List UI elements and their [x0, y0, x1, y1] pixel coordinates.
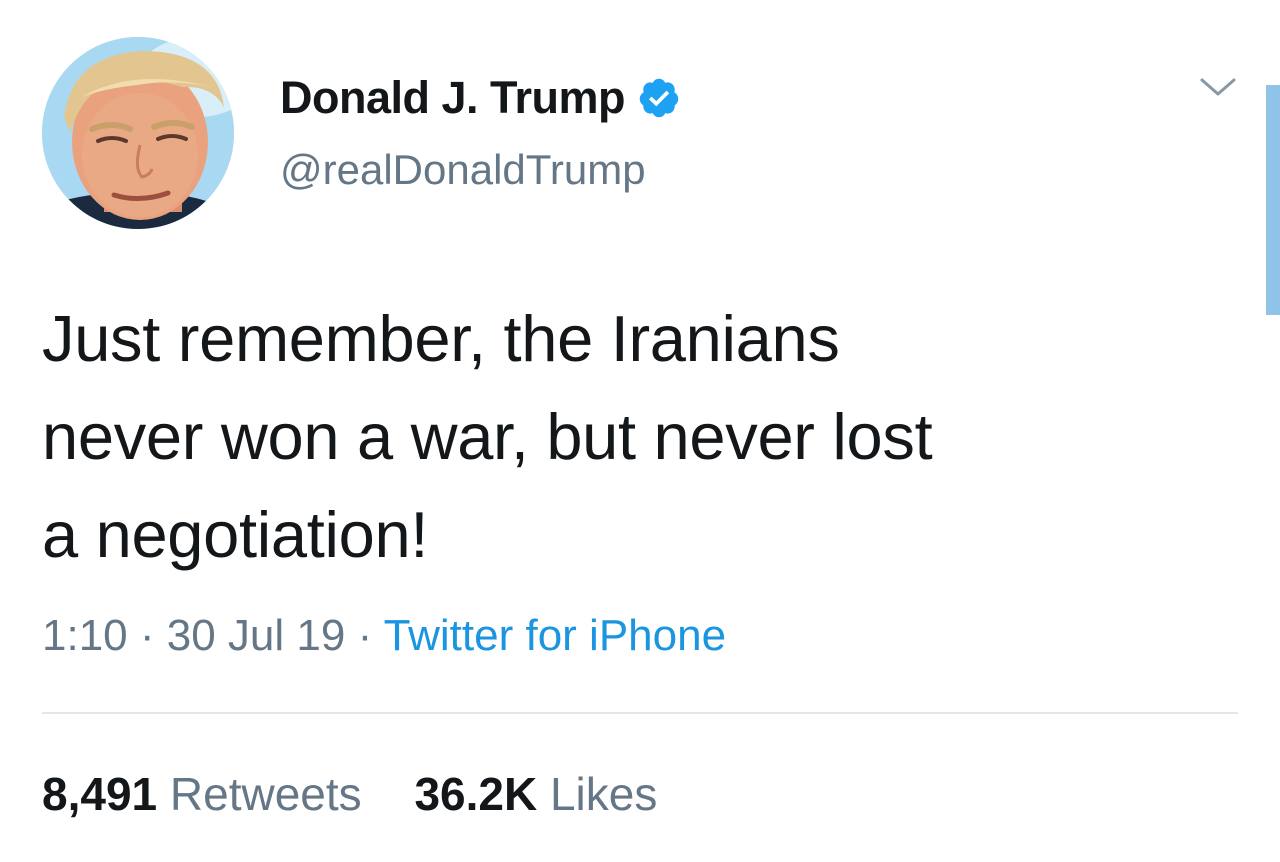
likes-stat[interactable]: 36.2K Likes [414, 768, 657, 820]
tweet-date[interactable]: 30 Jul 19 [167, 611, 346, 660]
tweet-text: Just remember, the Iranians never won a … [42, 290, 1192, 584]
meta-separator: · [139, 611, 155, 660]
retweets-label: Retweets [169, 768, 362, 820]
likes-label: Likes [549, 768, 658, 820]
tweet-text-line: a negotiation! [42, 498, 429, 571]
likes-count: 36.2K [414, 768, 538, 820]
avatar[interactable] [42, 37, 234, 229]
tweet-stats: 8,491 Retweets 36.2K Likes [42, 766, 657, 822]
tweet-detail: Donald J. Trump @realDonaldTrump Just re… [0, 0, 1280, 862]
tweet-text-line: never won a war, but never lost [42, 400, 933, 473]
avatar-image [42, 37, 234, 229]
tweet-meta: 1:10 · 30 Jul 19 · Twitter for iPhone [42, 608, 726, 664]
retweets-stat[interactable]: 8,491 Retweets [42, 768, 374, 820]
meta-separator: · [357, 611, 373, 660]
tweet-source-link[interactable]: Twitter for iPhone [384, 611, 726, 660]
chevron-down-icon[interactable] [1198, 72, 1238, 102]
author-handle[interactable]: @realDonaldTrump [280, 146, 646, 194]
retweets-count: 8,491 [42, 768, 158, 820]
divider [42, 712, 1238, 714]
author-display-name[interactable]: Donald J. Trump [280, 72, 626, 124]
tweet-time[interactable]: 1:10 [42, 611, 128, 660]
tweet-text-line: Just remember, the Iranians [42, 302, 840, 375]
author-name-row: Donald J. Trump [280, 70, 681, 126]
verified-badge-icon [637, 76, 681, 120]
scrollbar[interactable] [1266, 85, 1280, 315]
